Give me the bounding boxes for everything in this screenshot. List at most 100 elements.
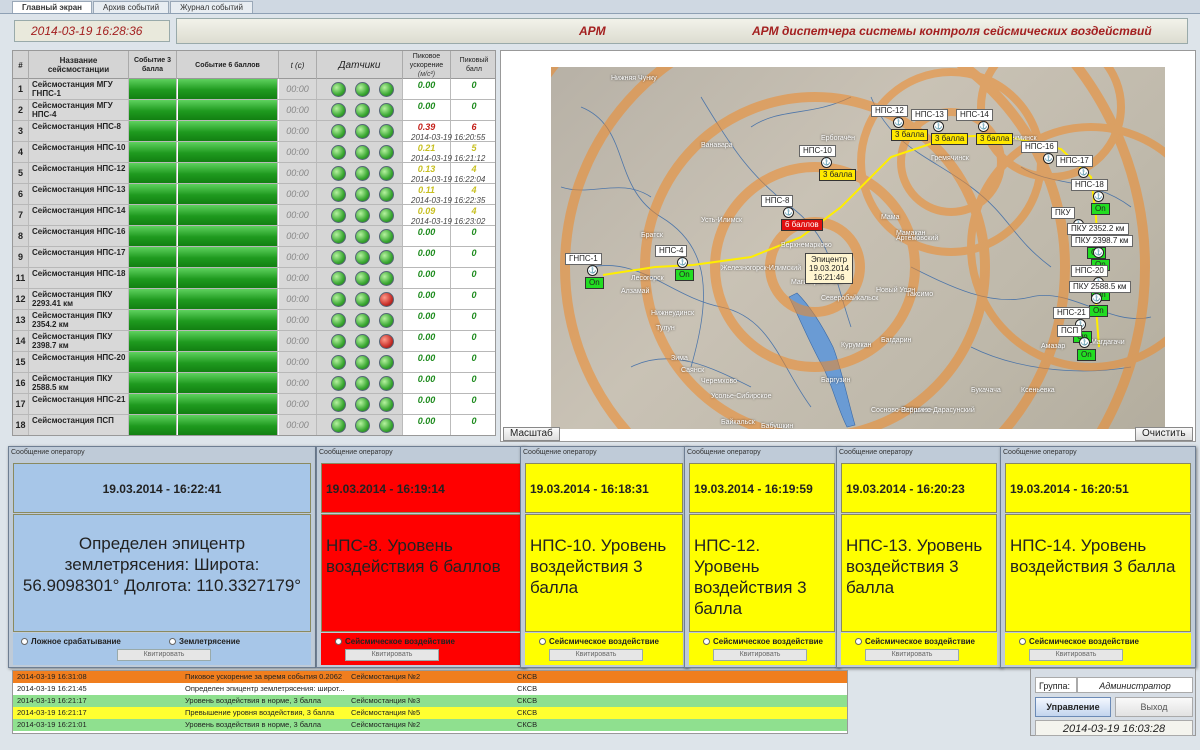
col-event6[interactable]: Событие 6 баллов [177,51,279,79]
message-text: НПС-10. Уровень воздействия 3 балла [525,514,683,632]
map-station-label[interactable]: НПС-16 [1021,141,1058,153]
station-marker-icon[interactable]: ⚓ [677,257,688,268]
station-marker-icon[interactable]: ⚓ [933,121,944,132]
map-station-label[interactable]: НПС-13 [911,109,948,121]
log-time: 2014-03-19 16:21:17 [17,696,87,705]
event-type-radio[interactable]: Сейсмическое воздействие [703,637,823,646]
acknowledge-button[interactable]: Квитировать [1029,649,1123,661]
table-row[interactable]: 2 Сейсмостанция МГУ НПС-4 00:00 0.00 0 [13,100,495,121]
map-station-label[interactable]: ПКУ 2398.7 км [1071,235,1133,247]
operator-message-window[interactable]: Сообщение оператору 19.03.2014 - 16:20:23… [836,446,1002,668]
log-row[interactable]: 2014-03-19 16:21:45 Определен эпицентр зе… [13,683,847,695]
table-row[interactable]: 13 Сейсмостанция ПКУ 2354.2 км 00:00 0.00 0 [13,310,495,331]
event6-indicator [178,373,278,393]
operator-message-window[interactable]: Сообщение оператору 19.03.2014 - 16:22:41… [8,446,316,668]
col-event3[interactable]: Событие 3 балла [129,51,177,79]
station-marker-icon[interactable]: ⚓ [1093,247,1104,258]
map-station-label[interactable]: НПС-8 [761,195,794,207]
map-station-label[interactable]: НПС-4 [655,245,688,257]
station-marker-icon[interactable]: ⚓ [821,157,832,168]
col-peak-acc[interactable]: Пиковое ускорение (м/с²) [403,51,451,79]
station-marker-icon[interactable]: ⚓ [587,265,598,276]
event-type-radio[interactable]: Сейсмическое воздействие [855,637,975,646]
map-station-label[interactable]: ПКУ 2352.2 км [1067,223,1129,235]
station-marker-icon[interactable]: ⚓ [783,207,794,218]
clear-button[interactable]: Очистить [1135,427,1193,441]
exit-button[interactable]: Выход [1115,697,1193,717]
table-row[interactable]: 1 Сейсмостанция МГУ ГНПС-1 00:00 0.00 0 [13,79,495,100]
log-row[interactable]: 2014-03-19 16:21:01 Уровень воздействия в… [13,719,847,731]
event3-indicator [129,100,177,120]
log-row[interactable]: 2014-03-19 16:31:08 Пиковое ускорение за … [13,671,847,683]
acknowledge-button[interactable]: Квитировать [345,649,439,661]
map-canvas[interactable]: Нижняя Чунку Ванавара Ербогачён Усть-Илимск… [551,67,1165,429]
acknowledge-button[interactable]: Квитировать [117,649,211,661]
acknowledge-button[interactable]: Квитировать [713,649,807,661]
log-row[interactable]: 2014-03-19 16:21:17 Превышение уровня воз… [13,707,847,719]
map-station-label[interactable]: НПС-10 [799,145,836,157]
tab-event-journal[interactable]: Журнал событий [170,1,253,13]
station-marker-icon[interactable]: ⚓ [1091,293,1102,304]
event-type-radio[interactable]: Сейсмическое воздействие [335,637,455,646]
manage-button[interactable]: Управление [1035,697,1111,717]
table-row[interactable]: 6 Сейсмостанция НПС-13 00:00 0.11 4 2014-03-1… [13,184,495,205]
event-type-radio[interactable]: Сейсмическое воздействие [539,637,659,646]
operator-message-window[interactable]: Сообщение оператору 19.03.2014 - 16:19:14… [316,446,526,668]
tab-event-archive[interactable]: Архив событий [92,1,170,13]
col-num[interactable]: # [13,51,29,79]
acknowledge-button[interactable]: Квитировать [549,649,643,661]
map-station-label[interactable]: ПКУ [1051,207,1075,219]
table-row[interactable]: 3 Сейсмостанция НПС-8 00:00 0.39 6 2014-03-19… [13,121,495,142]
tab-main-screen[interactable]: Главный экран [12,1,92,13]
station-marker-icon[interactable]: ⚓ [1078,167,1089,178]
table-row[interactable]: 14 Сейсмостанция ПКУ 2398.7 км 00:00 0.00 0 [13,331,495,352]
map-station-label[interactable]: НПС-14 [956,109,993,121]
sensor-lamp-3 [379,271,394,286]
event-type-radio[interactable]: Землетрясение [169,637,240,646]
table-row[interactable]: 12 Сейсмостанция ПКУ 2293.41 км 00:00 0.00 0 [13,289,495,310]
table-row[interactable]: 5 Сейсмостанция НПС-12 00:00 0.13 4 2014-03-1… [13,163,495,184]
table-row[interactable]: 9 Сейсмостанция НПС-17 00:00 0.00 0 [13,247,495,268]
sensor-lamps [317,268,403,288]
app-short-title: АРМ [579,24,606,38]
station-marker-icon[interactable]: ⚓ [893,117,904,128]
map-station-label[interactable]: НПС-20 [1071,265,1108,277]
map-station-label[interactable]: НПС-12 [871,105,908,117]
station-marker-icon[interactable]: ⚓ [1093,191,1104,202]
map-station-label[interactable]: НПС-18 [1071,179,1108,191]
event-type-radio[interactable]: Сейсмическое воздействие [1019,637,1139,646]
operator-message-window[interactable]: Сообщение оператору 19.03.2014 - 16:20:51… [1000,446,1196,668]
map-station-label[interactable]: НПС-17 [1056,155,1093,167]
station-marker-icon[interactable]: ⚓ [978,121,989,132]
col-time[interactable]: t (c) [279,51,317,79]
map-station-label[interactable]: ПКУ 2588.5 км [1069,281,1131,293]
table-row[interactable]: 18 Сейсмостанция ПСП 00:00 0.00 0 [13,415,495,435]
station-marker-icon[interactable]: ⚓ [1079,337,1090,348]
false-alarm-radio[interactable]: Ложное срабатывание [21,637,121,646]
map-station-label[interactable]: ПСП [1057,325,1083,337]
table-row[interactable]: 15 Сейсмостанция НПС-20 00:00 0.00 0 [13,352,495,373]
sensor-lamps [317,415,403,435]
map-station-label[interactable]: ГНПС-1 [565,253,602,265]
radio-icon [539,638,546,645]
operator-message-window[interactable]: Сообщение оператору 19.03.2014 - 16:18:31… [520,446,688,668]
event3-indicator [129,226,177,246]
log-row[interactable]: 2014-03-19 16:21:17 Уровень воздействия в… [13,695,847,707]
acknowledge-button[interactable]: Квитировать [865,649,959,661]
operator-message-window[interactable]: Сообщение оператору 19.03.2014 - 16:19:59… [684,446,840,668]
sensor-lamps [317,100,403,120]
table-row[interactable]: 7 Сейсмостанция НПС-14 00:00 0.09 4 2014-03-1… [13,205,495,226]
col-name[interactable]: Название сейсмостанции [29,51,129,79]
event-time: 00:00 [279,289,317,309]
col-sensors[interactable]: Датчики [317,51,403,79]
table-row[interactable]: 11 Сейсмостанция НПС-18 00:00 0.00 0 [13,268,495,289]
station-marker-icon[interactable]: ⚓ [1043,153,1054,164]
table-row[interactable]: 17 Сейсмостанция НПС-21 00:00 0.00 0 [13,394,495,415]
table-row[interactable]: 16 Сейсмостанция ПКУ 2588.5 км 00:00 0.00 0 [13,373,495,394]
event6-indicator [178,331,278,351]
table-row[interactable]: 8 Сейсмостанция НПС-16 00:00 0.00 0 [13,226,495,247]
scale-button[interactable]: Масштаб [503,427,560,441]
table-row[interactable]: 4 Сейсмостанция НПС-10 00:00 0.21 5 2014-03-1… [13,142,495,163]
col-peak-ball[interactable]: Пиковый балл [451,51,495,79]
map-station-label[interactable]: НПС-21 [1053,307,1090,319]
